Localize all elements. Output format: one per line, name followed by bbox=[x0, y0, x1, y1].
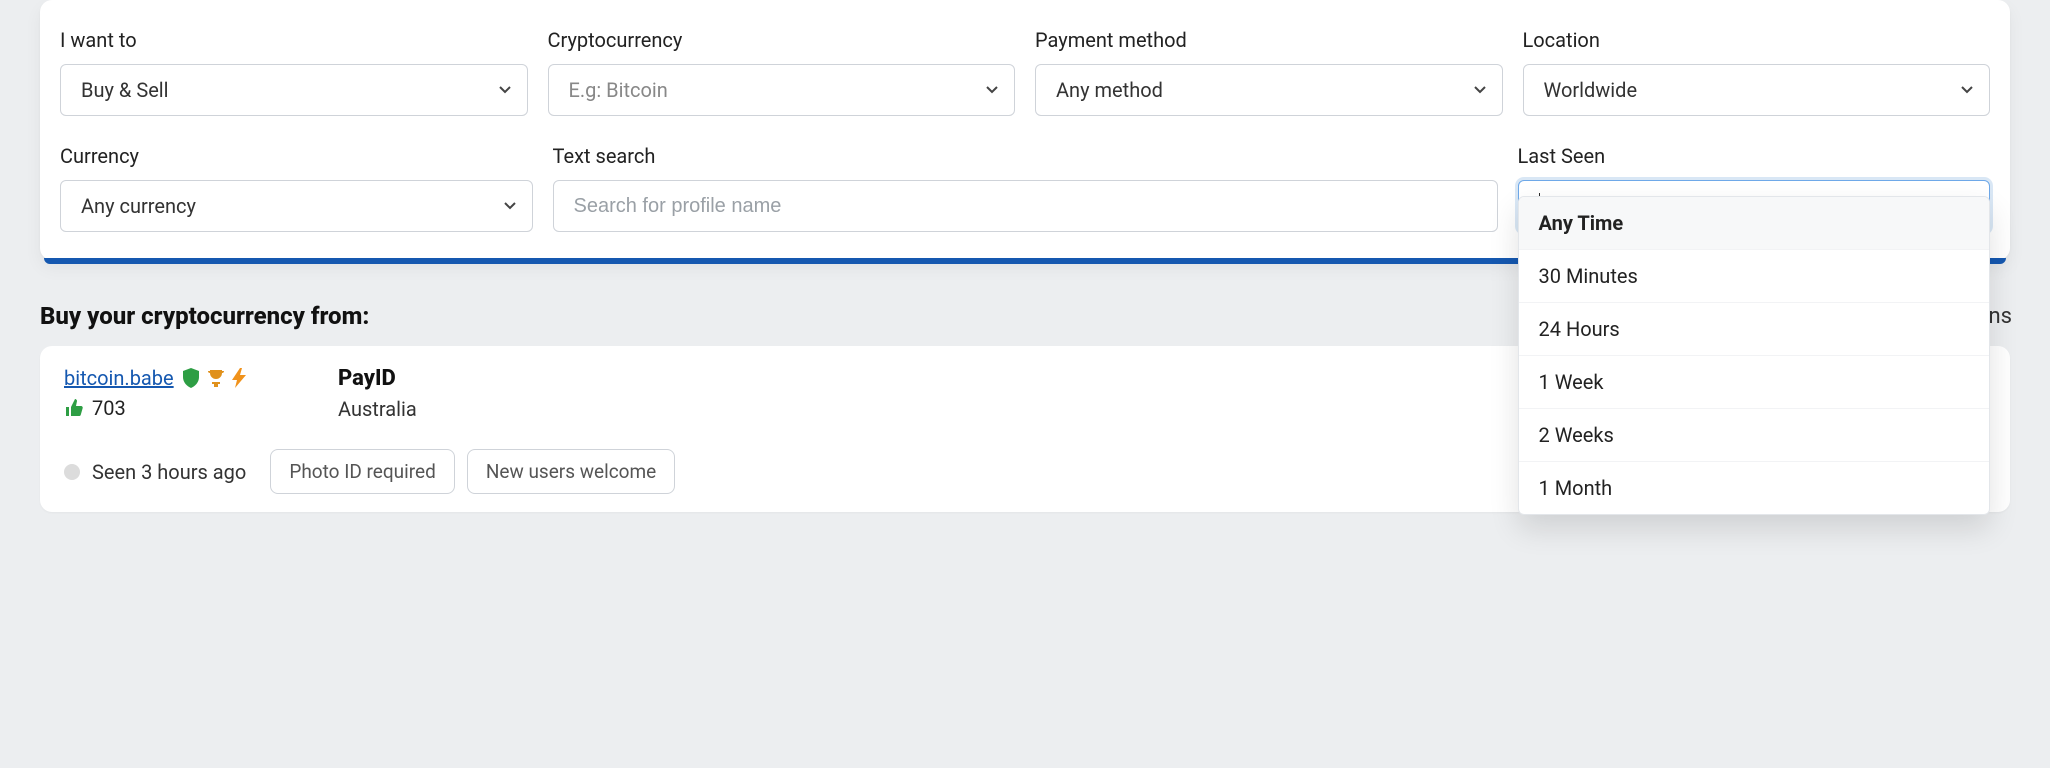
want-select[interactable]: Buy & Sell bbox=[60, 64, 528, 116]
filter-crypto-label: Cryptocurrency bbox=[548, 28, 1016, 52]
caret-down-icon bbox=[1474, 86, 1486, 94]
want-select-value: Buy & Sell bbox=[81, 78, 169, 102]
last-seen-option[interactable]: 2 Weeks bbox=[1519, 408, 1990, 461]
filter-payment: Payment method Any method bbox=[1035, 28, 1503, 116]
crypto-select-placeholder: E.g: Bitcoin bbox=[569, 78, 668, 102]
thumbs-up-icon bbox=[64, 398, 84, 418]
shield-icon bbox=[182, 368, 200, 388]
caret-down-icon bbox=[1961, 86, 1973, 94]
last-seen-option[interactable]: 1 Month bbox=[1519, 461, 1990, 514]
filter-search-label: Text search bbox=[553, 144, 1498, 168]
search-input-wrap bbox=[553, 180, 1498, 232]
payment-select-value: Any method bbox=[1056, 78, 1163, 102]
filter-currency-label: Currency bbox=[60, 144, 533, 168]
filter-want-label: I want to bbox=[60, 28, 528, 52]
location-select-value: Worldwide bbox=[1544, 78, 1638, 102]
caret-down-icon bbox=[986, 86, 998, 94]
filter-currency: Currency Any currency bbox=[60, 144, 533, 232]
filter-location-label: Location bbox=[1523, 28, 1991, 52]
crypto-select[interactable]: E.g: Bitcoin bbox=[548, 64, 1016, 116]
section-heading: Buy your cryptocurrency from: bbox=[40, 302, 369, 330]
user-link[interactable]: bitcoin.babe bbox=[64, 366, 174, 390]
location-select[interactable]: Worldwide bbox=[1523, 64, 1991, 116]
currency-select-value: Any currency bbox=[81, 194, 196, 218]
presence-dot-icon bbox=[64, 464, 80, 480]
last-seen-option[interactable]: Any Time bbox=[1519, 197, 1990, 249]
listing-tag: New users welcome bbox=[467, 449, 675, 494]
payment-select[interactable]: Any method bbox=[1035, 64, 1503, 116]
filter-last-seen: Last Seen Any Time Any Time 30 Minutes 2… bbox=[1518, 144, 1991, 232]
search-input[interactable] bbox=[574, 195, 1457, 218]
filter-panel: I want to Buy & Sell Cryptocurrency E.g:… bbox=[40, 0, 2010, 260]
filter-crypto: Cryptocurrency E.g: Bitcoin bbox=[548, 28, 1016, 116]
caret-down-icon bbox=[504, 202, 516, 210]
filter-want: I want to Buy & Sell bbox=[60, 28, 528, 116]
last-seen-option[interactable]: 1 Week bbox=[1519, 355, 1990, 408]
bolt-icon bbox=[232, 368, 246, 388]
listing-tag: Photo ID required bbox=[270, 449, 455, 494]
reputation-count: 703 bbox=[92, 396, 126, 420]
last-seen-option[interactable]: 30 Minutes bbox=[1519, 249, 1990, 302]
filter-location: Location Worldwide bbox=[1523, 28, 1991, 116]
currency-select[interactable]: Any currency bbox=[60, 180, 533, 232]
filter-payment-label: Payment method bbox=[1035, 28, 1503, 52]
listing-user-column: bitcoin.babe bbox=[64, 366, 314, 420]
seen-text: Seen 3 hours ago bbox=[92, 460, 246, 484]
filter-text-search: Text search bbox=[553, 144, 1498, 232]
trophy-icon bbox=[206, 368, 226, 388]
last-seen-option[interactable]: 24 Hours bbox=[1519, 302, 1990, 355]
truncated-text-fragment: ns bbox=[1988, 304, 2012, 329]
last-seen-dropdown: Any Time 30 Minutes 24 Hours 1 Week 2 We… bbox=[1518, 196, 1991, 515]
caret-down-icon bbox=[499, 86, 511, 94]
filter-last-seen-label: Last Seen bbox=[1518, 144, 1991, 168]
